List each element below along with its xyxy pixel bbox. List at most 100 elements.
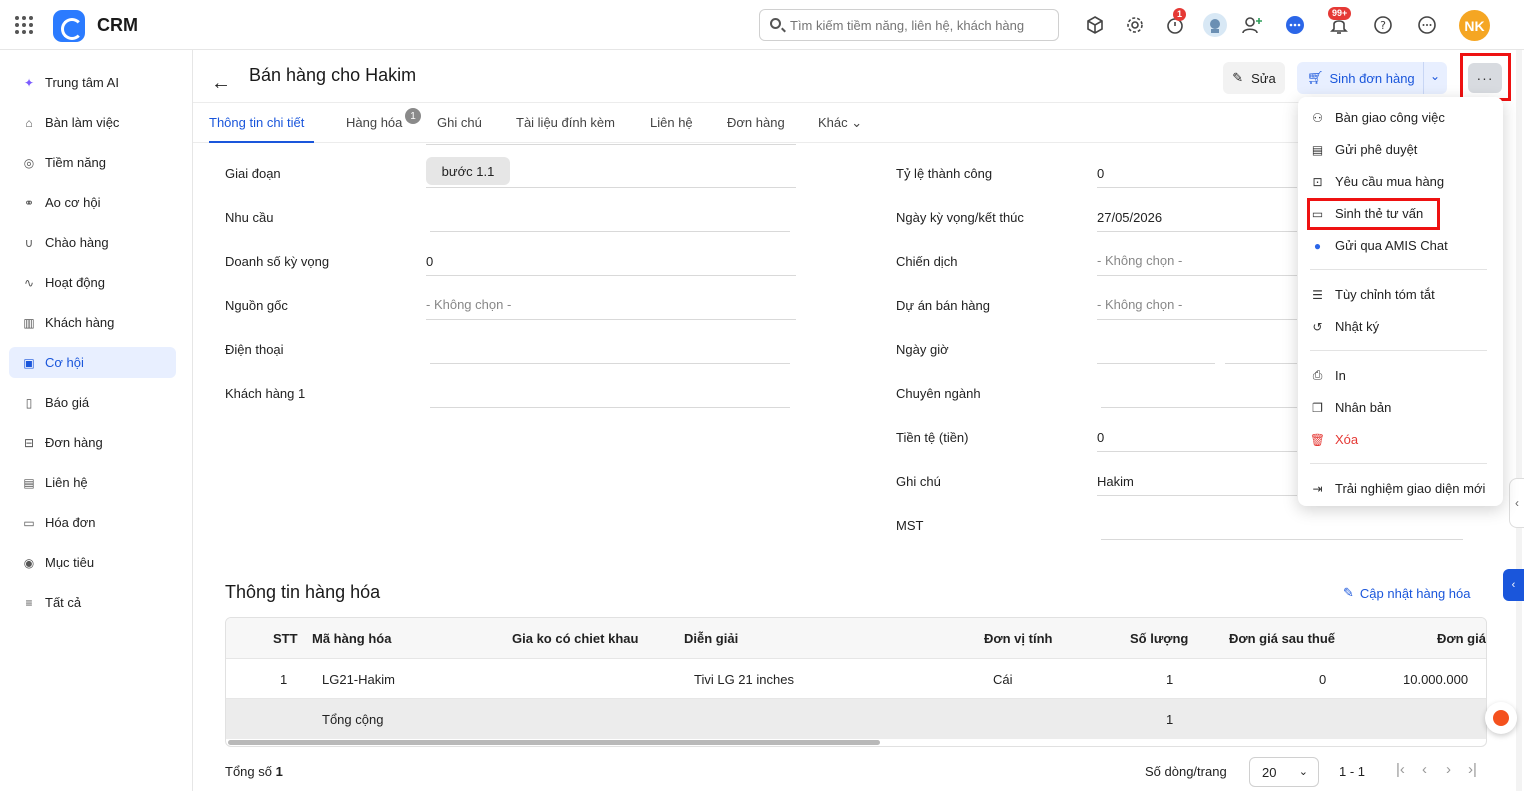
column-header[interactable]: STT [273, 631, 298, 646]
new-ui-icon: ⇥ [1312, 481, 1323, 496]
page-range: 1 - 1 [1339, 764, 1366, 779]
sidebar-item-opportunities[interactable]: ▣ Cơ hội [9, 347, 176, 378]
sidebar-item-offers[interactable]: ∪ Chào hàng [9, 227, 176, 258]
field-value-currency[interactable]: 0 [1097, 430, 1104, 445]
tab-notes[interactable]: Ghi chú [437, 115, 482, 130]
sidebar-item-contacts[interactable]: ▤ Liên hệ [9, 467, 176, 498]
rows-per-page-select[interactable]: 20 ⌄ [1249, 757, 1319, 787]
first-page-icon[interactable]: |‹ [1396, 761, 1405, 778]
tab-products[interactable]: Hàng hóa [346, 115, 402, 130]
table-total-row: Tổng cộng 1 [226, 699, 1486, 739]
more-circle-icon[interactable] [1415, 13, 1439, 37]
approval-icon: ▤ [1311, 142, 1324, 157]
next-page-icon[interactable]: › [1446, 761, 1451, 778]
chat-icon[interactable] [1283, 13, 1307, 37]
building-icon: ▥ [23, 315, 35, 330]
last-page-icon[interactable]: ›| [1468, 761, 1477, 778]
tab-orders[interactable]: Đơn hàng [727, 115, 785, 130]
crm-logo-icon[interactable] [53, 10, 85, 42]
field-value-success-rate[interactable]: 0 [1097, 166, 1104, 181]
back-arrow-icon[interactable]: ← [211, 72, 231, 95]
sidebar-item-goals[interactable]: ◉ Mục tiêu [9, 547, 176, 578]
add-user-icon[interactable] [1240, 13, 1264, 37]
menu-item-generate-consult-card[interactable]: ▭ Sinh thẻ tư vấn [1310, 206, 1423, 221]
sidebar-item-ai-center[interactable]: ✦ Trung tâm AI [9, 67, 176, 98]
sidebar-item-opportunity-pool[interactable]: ⚭ Ao cơ hội [9, 187, 176, 218]
cell-description[interactable]: Tivi LG 21 inches [694, 672, 794, 687]
menu-item-send-approval[interactable]: ▤ Gửi phê duyệt [1310, 142, 1418, 157]
trash-icon: 🗑︎ [1309, 432, 1326, 447]
robot-avatar-icon[interactable] [1203, 13, 1227, 37]
global-search[interactable] [759, 9, 1059, 41]
field-value-source[interactable]: - Không chọn - [426, 297, 511, 312]
sidebar-item-invoices[interactable]: ▭ Hóa đơn [9, 507, 176, 538]
field-label-datetime: Ngày giờ [896, 342, 949, 357]
sidebar-item-quotes[interactable]: ▯ Báo giá [9, 387, 176, 418]
side-panel-tab-icon[interactable]: ‹ [1503, 569, 1524, 601]
products-table: STT Mã hàng hóa Gia ko có chiet khau Diễ… [225, 617, 1487, 747]
field-value-expected-date[interactable]: 27/05/2026 [1097, 210, 1162, 225]
column-header[interactable]: Đơn giá [1437, 631, 1486, 646]
gear-icon[interactable] [1123, 13, 1147, 37]
app-grid-icon[interactable] [15, 16, 33, 34]
help-icon[interactable]: ? [1371, 13, 1395, 37]
total-records-prefix: Tổng số [225, 764, 272, 779]
field-value-campaign[interactable]: - Không chọn - [1097, 253, 1182, 268]
field-label-phone: Điện thoại [225, 342, 284, 357]
cell-product-code[interactable]: LG21-Hakim [322, 672, 395, 687]
chevron-down-icon[interactable]: ⌄ [1430, 69, 1440, 83]
menu-item-duplicate[interactable]: ❐ Nhân bản [1310, 400, 1391, 415]
products-section-title: Thông tin hàng hóa [225, 582, 381, 602]
prev-page-icon[interactable]: ‹ [1422, 761, 1427, 778]
search-input[interactable] [790, 15, 1050, 35]
tab-attachments[interactable]: Tài liệu đính kèm [516, 115, 615, 130]
menu-item-new-ui[interactable]: ⇥ Trải nghiệm giao diện mới [1310, 481, 1485, 496]
column-header[interactable]: Mã hàng hóa [312, 631, 391, 646]
sidebar-item-activities[interactable]: ∿ Hoạt động [9, 267, 176, 298]
top-bar: CRM 1 99+ ? NK [0, 0, 1524, 50]
sidebar-item-customers[interactable]: ▥ Khách hàng [9, 307, 176, 338]
column-header[interactable]: Đơn vị tính [984, 631, 1052, 646]
menu-item-customize-summary[interactable]: ☰ Tùy chỉnh tóm tắt [1310, 287, 1435, 302]
column-header[interactable]: Số lượng [1130, 631, 1188, 646]
update-products-link[interactable]: ✎ Cập nhật hàng hóa [1343, 585, 1471, 601]
cell-price[interactable]: 10.000.000 [1403, 672, 1468, 687]
edit-button[interactable]: ✎ Sửa [1223, 62, 1285, 94]
field-value-note[interactable]: Hakim [1097, 474, 1134, 489]
menu-item-print[interactable]: ⎙ In [1310, 368, 1346, 383]
more-actions-button[interactable]: ··· [1468, 63, 1502, 93]
sidebar-item-leads[interactable]: ◎ Tiềm năng [9, 147, 176, 178]
table-row[interactable]: 1 LG21-Hakim Tivi LG 21 inches Cái 1 0 1… [226, 659, 1486, 699]
magnet-icon: ∪ [24, 235, 34, 250]
cube-icon[interactable] [1083, 13, 1107, 37]
menu-item-history[interactable]: ↺ Nhật ký [1310, 319, 1379, 334]
cell-quantity[interactable]: 1 [1166, 672, 1173, 687]
tab-other[interactable]: Khác ⌄ [818, 115, 862, 131]
ai-assistant-button[interactable] [1485, 702, 1517, 734]
horizontal-scrollbar[interactable] [228, 740, 880, 745]
field-value-sales-project[interactable]: - Không chọn - [1097, 297, 1182, 312]
vertical-scrollbar[interactable] [1516, 50, 1522, 791]
collapse-panel-chevron-icon[interactable]: ‹ [1509, 478, 1524, 528]
cell-price-after-tax[interactable]: 0 [1319, 672, 1326, 687]
cell-unit[interactable]: Cái [993, 672, 1013, 687]
generate-order-button[interactable]: 🛒︎ Sinh đơn hàng ⌄ [1297, 62, 1447, 94]
menu-item-delete[interactable]: 🗑︎ Xóa [1310, 432, 1358, 447]
column-header[interactable]: Gia ko có chiet khau [512, 631, 638, 646]
menu-item-handover[interactable]: ⚇ Bàn giao công việc [1310, 110, 1445, 125]
tab-contacts[interactable]: Liên hệ [650, 115, 693, 130]
menu-item-purchase-request[interactable]: ⊡ Yêu cầu mua hàng [1310, 174, 1444, 189]
column-header[interactable]: Diễn giải [684, 631, 738, 646]
column-header[interactable]: Đơn giá sau thuế [1229, 631, 1335, 646]
stage-chip[interactable]: bước 1.1 [426, 157, 510, 185]
menu-item-send-amis-chat[interactable]: ● Gửi qua AMIS Chat [1310, 238, 1448, 253]
field-label-currency: Tiền tệ (tiền) [896, 430, 969, 445]
field-label-note: Ghi chú [896, 474, 941, 489]
tab-details[interactable]: Thông tin chi tiết [209, 115, 304, 130]
sidebar-item-all[interactable]: ≡ Tất cả [9, 587, 176, 618]
sidebar-item-workspace[interactable]: ⌂ Bàn làm việc [9, 107, 176, 138]
field-value-expected-revenue[interactable]: 0 [426, 254, 433, 269]
user-avatar[interactable]: NK [1459, 10, 1490, 41]
sidebar-item-orders[interactable]: ⊟ Đơn hàng [9, 427, 176, 458]
sidebar-item-label: Mục tiêu [45, 555, 95, 570]
